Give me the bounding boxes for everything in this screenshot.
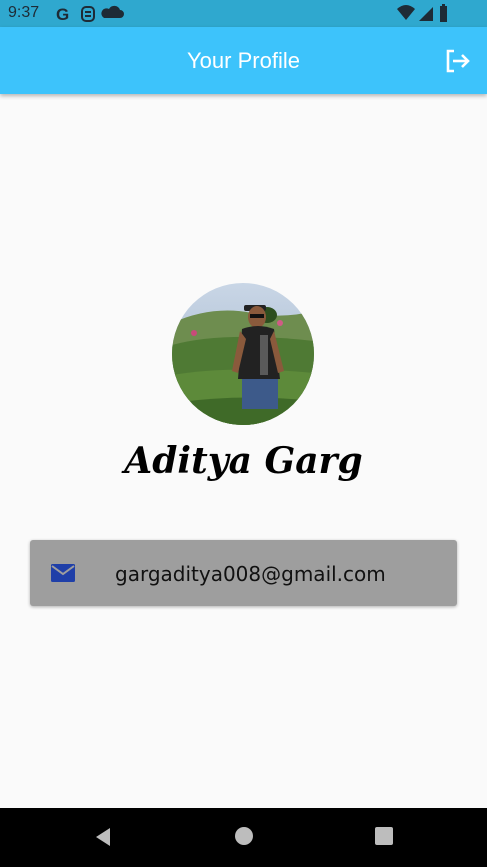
recents-icon (375, 827, 393, 845)
user-name: Aditya Garg (124, 440, 363, 482)
email-card[interactable]: gargaditya008@gmail.com (30, 540, 457, 606)
logout-icon (446, 49, 470, 73)
home-button[interactable] (233, 825, 255, 847)
profile-photo (172, 283, 314, 425)
avatar (172, 283, 314, 425)
back-icon (96, 828, 110, 846)
email-text: gargaditya008@gmail.com (115, 562, 386, 586)
wifi-icon (397, 5, 415, 20)
status-bar: 9:37 G (0, 0, 487, 27)
system-nav-bar (0, 808, 487, 867)
app-bar: Your Profile (0, 27, 487, 94)
status-time: 9:37 (8, 4, 40, 21)
status-icons-left: G (56, 4, 136, 24)
battery-icon (440, 4, 447, 22)
logout-button[interactable] (444, 47, 472, 75)
recents-button[interactable] (374, 826, 394, 846)
svg-text:G: G (56, 5, 69, 24)
cloud-icon (101, 5, 124, 18)
status-icons-right (397, 4, 457, 24)
home-icon (235, 827, 253, 845)
back-button[interactable] (92, 826, 112, 848)
signal-icon (419, 7, 433, 21)
page-title: Your Profile (187, 48, 300, 73)
mail-icon (50, 562, 76, 584)
google-icon: G (56, 5, 69, 24)
notification-icon (81, 6, 95, 22)
